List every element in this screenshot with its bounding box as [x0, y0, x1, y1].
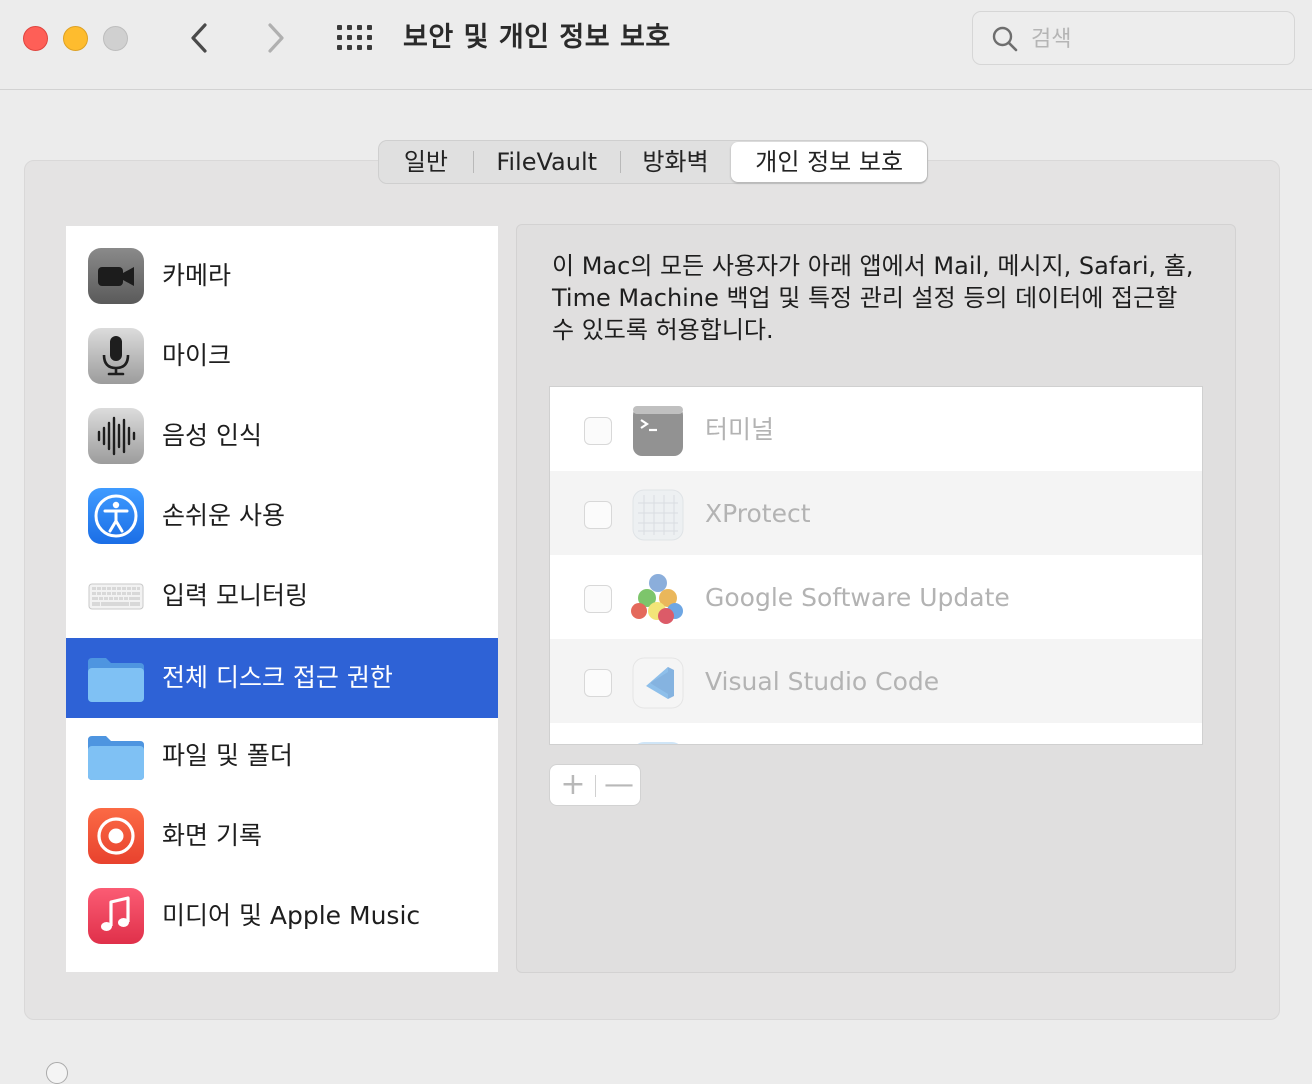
app-checkbox[interactable]: [584, 585, 612, 613]
search-icon: [992, 26, 1018, 52]
sidebar-item-speech-recognition[interactable]: 음성 인식: [66, 396, 498, 476]
tab-privacy[interactable]: 개인 정보 보호: [731, 142, 927, 182]
folder-icon: [86, 726, 146, 786]
app-list[interactable]: 터미널 XProtect Google Software Update Visu…: [549, 386, 1203, 745]
vscode-icon: [630, 655, 686, 711]
add-remove-control: + —: [549, 764, 641, 806]
app-row-partial[interactable]: [550, 723, 1202, 744]
sidebar-item-label: 입력 모니터링: [162, 581, 308, 610]
app-name: XProtect: [705, 499, 811, 528]
button-divider: [595, 775, 596, 797]
app-name: Google Software Update: [705, 583, 1010, 612]
folder-icon: [86, 648, 146, 708]
sidebar-item-label: 음성 인식: [162, 421, 262, 450]
app-name: 터미널: [705, 415, 775, 444]
privacy-category-list[interactable]: 카메라 마이크 음성 인식 손쉬운 사용 입력 모니터링 전체 디스크 접근 권…: [66, 226, 498, 972]
music-icon: [86, 886, 146, 946]
sidebar-item-label: 마이크: [162, 341, 232, 370]
tab-general[interactable]: 일반: [379, 142, 473, 182]
screen-record-icon: [86, 806, 146, 866]
app-checkbox[interactable]: [584, 501, 612, 529]
xprotect-icon: [630, 487, 686, 543]
chevron-right-icon: [268, 23, 284, 53]
sidebar-item-label: 전체 디스크 접근 권한: [162, 663, 393, 692]
app-name: Visual Studio Code: [705, 667, 940, 696]
zoom-button[interactable]: [103, 26, 128, 51]
sidebar-item-accessibility[interactable]: 손쉬운 사용: [66, 476, 498, 556]
search-input[interactable]: [1031, 20, 1281, 58]
microphone-icon: [86, 326, 146, 386]
sidebar-item-files-and-folders[interactable]: 파일 및 폴더: [66, 716, 498, 796]
sidebar-item-full-disk-access[interactable]: 전체 디스크 접근 권한: [66, 638, 498, 718]
app-icon-partial: [630, 739, 686, 744]
sidebar-item-label: 파일 및 폴더: [162, 741, 293, 770]
description-text: 이 Mac의 모든 사용자가 아래 앱에서 Mail, 메시지, Safari,…: [552, 250, 1212, 346]
sidebar-item-media-apple-music[interactable]: 미디어 및 Apple Music: [66, 876, 498, 956]
show-all-button[interactable]: [335, 22, 375, 54]
sidebar-item-label: 카메라: [162, 261, 232, 290]
minimize-button[interactable]: [63, 26, 88, 51]
app-row-terminal[interactable]: 터미널: [550, 387, 1202, 471]
window-title: 보안 및 개인 정보 보호: [403, 22, 671, 53]
search-field[interactable]: [972, 11, 1295, 65]
sidebar-item-label: 미디어 및 Apple Music: [162, 901, 421, 930]
app-checkbox[interactable]: [584, 669, 612, 697]
app-row-visual-studio-code[interactable]: Visual Studio Code: [550, 639, 1202, 723]
close-button[interactable]: [23, 26, 48, 51]
camera-icon: [86, 246, 146, 306]
waveform-icon: [86, 406, 146, 466]
sidebar-item-camera[interactable]: 카메라: [66, 236, 498, 316]
keyboard-icon: [86, 566, 146, 626]
add-button[interactable]: +: [558, 770, 588, 801]
app-row-xprotect[interactable]: XProtect: [550, 471, 1202, 555]
description-line: 수 있도록 허용합니다.: [552, 316, 774, 344]
app-row-google-software-update[interactable]: Google Software Update: [550, 555, 1202, 639]
remove-button[interactable]: —: [604, 770, 634, 801]
accessibility-icon: [86, 486, 146, 546]
google-update-icon: [630, 571, 686, 627]
sidebar-item-microphone[interactable]: 마이크: [66, 316, 498, 396]
chevron-left-icon: [191, 23, 207, 53]
description-line: 이 Mac의 모든 사용자가 아래 앱에서 Mail, 메시지, Safari,…: [552, 252, 1194, 280]
sidebar-item-input-monitoring[interactable]: 입력 모니터링: [66, 556, 498, 636]
terminal-icon: [630, 403, 686, 459]
app-checkbox[interactable]: [584, 417, 612, 445]
tab-filevault[interactable]: FileVault: [474, 142, 620, 182]
title-bar: 보안 및 개인 정보 보호: [0, 0, 1312, 90]
tab-firewall[interactable]: 방화벽: [621, 142, 731, 182]
forward-button[interactable]: [255, 18, 295, 58]
sidebar-item-label: 화면 기록: [162, 821, 262, 850]
back-button[interactable]: [180, 18, 220, 58]
tab-bar: 일반 FileVault 방화벽 개인 정보 보호: [378, 140, 928, 184]
sidebar-item-screen-recording[interactable]: 화면 기록: [66, 796, 498, 876]
sidebar-item-label: 손쉬운 사용: [162, 501, 285, 530]
description-line: Time Machine 백업 및 특정 관리 설정 등의 데이터에 접근할: [552, 284, 1178, 312]
lock-icon[interactable]: [46, 1062, 68, 1084]
grid-icon: [337, 25, 372, 50]
